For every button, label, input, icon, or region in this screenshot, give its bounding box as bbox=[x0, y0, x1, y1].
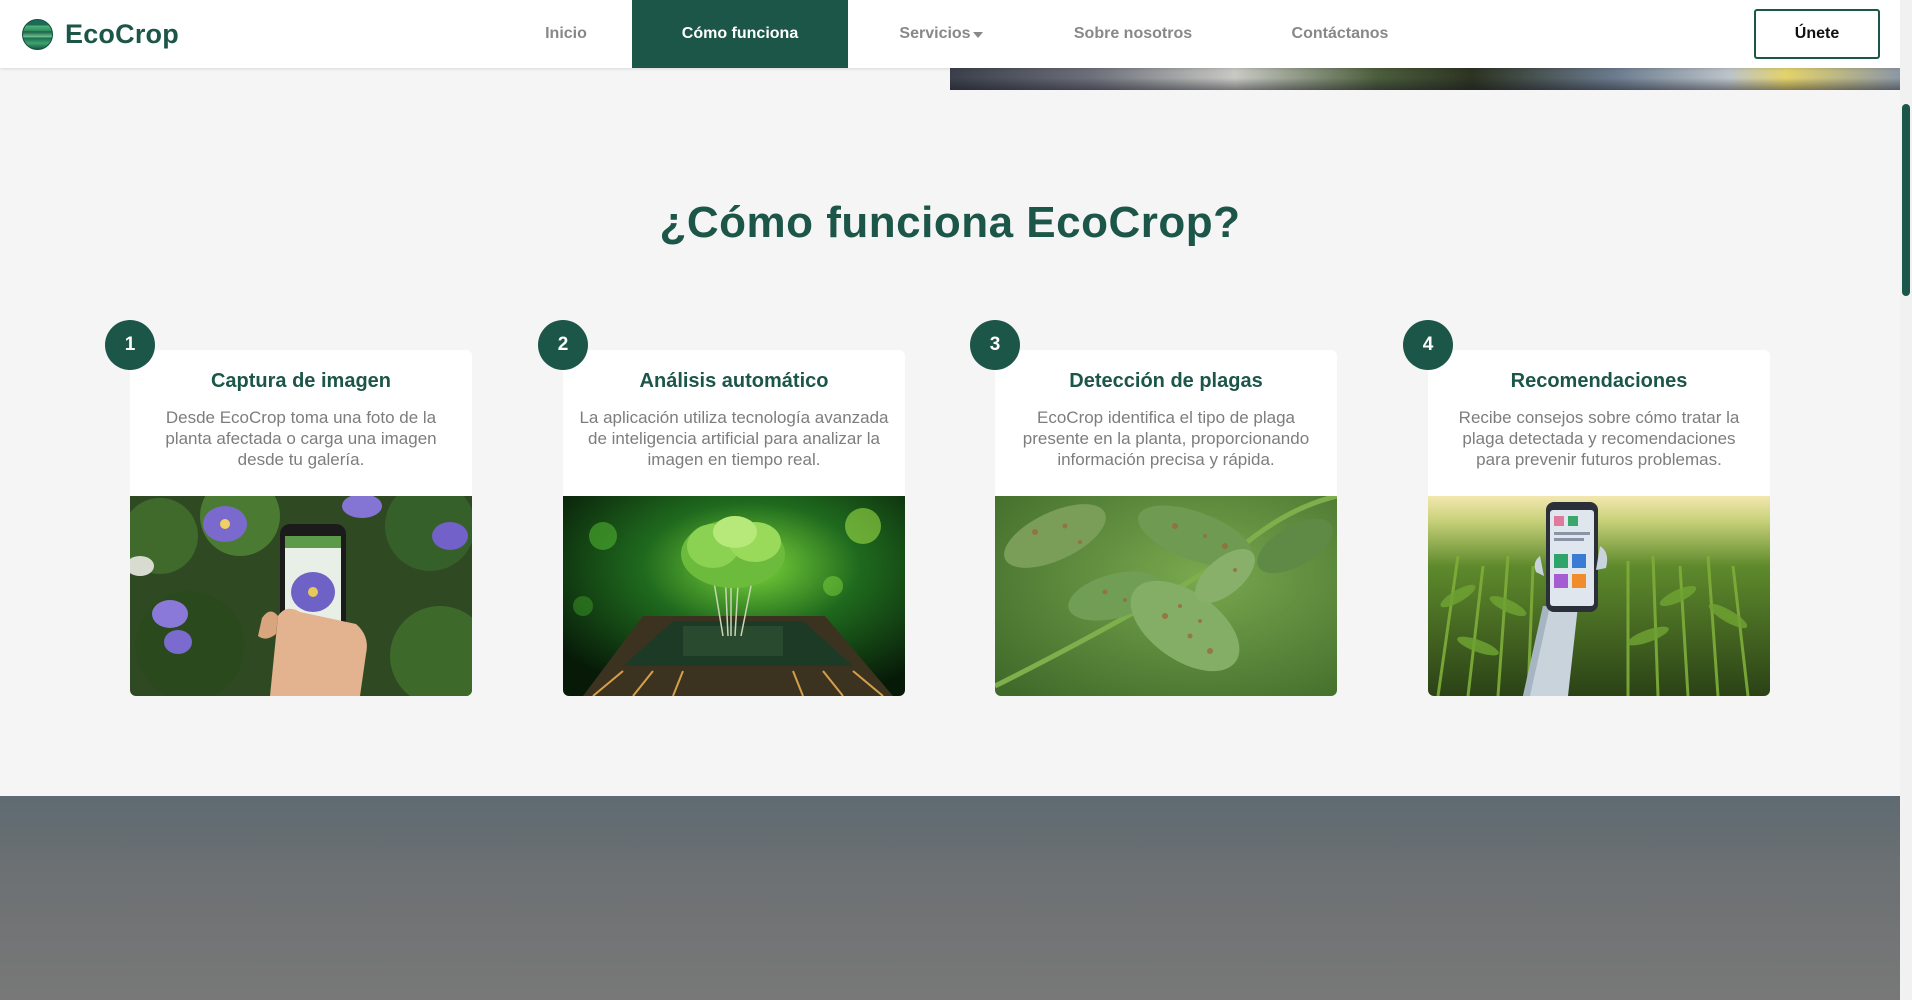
step-badge-2: 2 bbox=[538, 320, 588, 370]
section-title: ¿Cómo funciona EcoCrop? bbox=[659, 198, 1241, 247]
step-title: Captura de imagen bbox=[210, 370, 392, 392]
step-title: Recomendaciones bbox=[1510, 370, 1688, 392]
nav-item-contactanos[interactable]: Contáctanos bbox=[1232, 0, 1448, 68]
main-nav: Inicio Cómo funciona Servicios Sobre nos… bbox=[500, 0, 1448, 68]
ecocrop-logo-icon bbox=[22, 19, 53, 50]
phone-photographing-flower-image bbox=[130, 496, 472, 696]
step-title: Detección de plagas bbox=[1069, 370, 1263, 392]
next-section-background bbox=[0, 796, 1900, 1000]
step-card-3: Detección de plagas EcoCrop identifica e… bbox=[995, 350, 1337, 696]
page-scrollbar[interactable] bbox=[1900, 0, 1912, 1000]
brand-name: EcoCrop bbox=[65, 19, 179, 49]
robot-hand-phone-cornfield-image bbox=[1428, 496, 1770, 696]
step-description: Recibe consejos sobre cómo tratar la pla… bbox=[1458, 408, 1740, 469]
page-viewport: EcoCrop Inicio Cómo funciona Servicios S… bbox=[0, 0, 1900, 1000]
brand-logo-link[interactable]: EcoCrop bbox=[22, 19, 179, 50]
step-badge-4: 4 bbox=[1403, 320, 1453, 370]
next-section-heading-partial bbox=[0, 978, 1900, 1000]
step-card-1: Captura de imagen Desde EcoCrop toma una… bbox=[130, 350, 472, 696]
step-card-2: Análisis automático La aplicación utiliz… bbox=[563, 350, 905, 696]
scrollbar-thumb[interactable] bbox=[1902, 104, 1910, 296]
step-description: EcoCrop identifica el tipo de plaga pres… bbox=[1022, 408, 1310, 469]
step-badge-1: 1 bbox=[105, 320, 155, 370]
join-button[interactable]: Únete bbox=[1754, 9, 1880, 59]
step-title: Análisis automático bbox=[639, 370, 829, 392]
leaves-with-pest-spots-image bbox=[995, 496, 1337, 696]
step-description: La aplicación utiliza tecnología avanzad… bbox=[579, 408, 889, 469]
step-card-4: Recomendaciones Recibe consejos sobre có… bbox=[1428, 350, 1770, 696]
nav-item-servicios[interactable]: Servicios bbox=[848, 0, 1034, 68]
nav-item-sobre-nosotros[interactable]: Sobre nosotros bbox=[1034, 0, 1232, 68]
nav-item-inicio[interactable]: Inicio bbox=[500, 0, 632, 68]
step-description: Desde EcoCrop toma una foto de la planta… bbox=[165, 408, 437, 469]
site-header: EcoCrop Inicio Cómo funciona Servicios S… bbox=[0, 0, 1900, 68]
nav-item-servicios-label: Servicios bbox=[899, 25, 971, 42]
step-badge-3: 3 bbox=[970, 320, 1020, 370]
caret-down-icon bbox=[972, 32, 983, 38]
nav-item-como-funciona[interactable]: Cómo funciona bbox=[632, 0, 848, 68]
tree-on-microchip-image bbox=[563, 496, 905, 696]
